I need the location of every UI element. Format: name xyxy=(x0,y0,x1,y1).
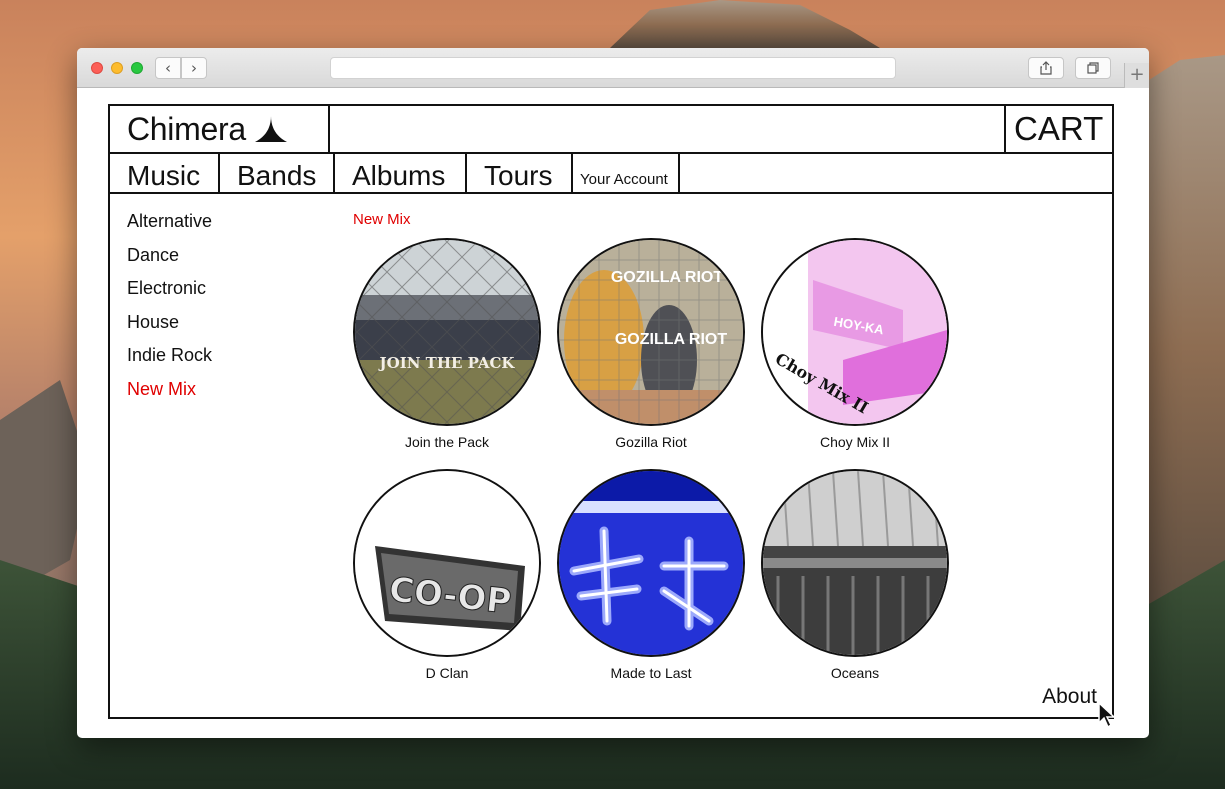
breadcrumb: New Mix xyxy=(353,211,411,228)
nav-your-account[interactable]: Your Account xyxy=(573,154,680,192)
new-tab-icon[interactable]: + xyxy=(1124,63,1149,88)
logo-mark-icon xyxy=(254,116,287,142)
site-header: Chimera CART xyxy=(110,106,1112,154)
cover-text: JOIN THE PACK xyxy=(378,354,516,372)
album-cover[interactable]: JOIN THE PACK xyxy=(353,238,541,426)
minimize-window-button[interactable] xyxy=(111,62,123,74)
album-title[interactable]: Join the Pack xyxy=(353,434,541,450)
genre-new-mix[interactable]: New Mix xyxy=(127,377,212,411)
nav-bands[interactable]: Bands xyxy=(220,154,335,192)
album-cover[interactable] xyxy=(761,469,949,657)
address-bar[interactable] xyxy=(330,57,896,79)
cover-text: GOZILLA RIOT xyxy=(615,331,728,348)
site-frame: Chimera CART Music Bands Albums Tours Yo… xyxy=(108,104,1116,729)
album-cover[interactable]: CO-OP xyxy=(353,469,541,657)
about-link[interactable]: About xyxy=(1042,685,1097,709)
album-title[interactable]: Made to Last xyxy=(557,665,745,681)
album-card[interactable]: Oceans xyxy=(761,469,949,681)
cart-link[interactable]: CART xyxy=(1004,106,1112,152)
cover-text: GOZILLA RIOT xyxy=(611,269,724,286)
album-cover[interactable]: HOY-KA Choy Mix II xyxy=(761,238,949,426)
nav-tours[interactable]: Tours xyxy=(467,154,573,192)
genre-electronic[interactable]: Electronic xyxy=(127,276,212,310)
share-icon[interactable] xyxy=(1028,57,1064,79)
genre-indie-rock[interactable]: Indie Rock xyxy=(127,343,212,377)
nav-albums[interactable]: Albums xyxy=(335,154,467,192)
chevron-left-icon[interactable]: ‹ xyxy=(155,57,181,79)
close-window-button[interactable] xyxy=(91,62,103,74)
maximize-window-button[interactable] xyxy=(131,62,143,74)
mouse-cursor-icon xyxy=(1098,701,1116,729)
genre-house[interactable]: House xyxy=(127,310,212,344)
album-title[interactable]: D Clan xyxy=(353,665,541,681)
tabs-overview-icon[interactable] xyxy=(1075,57,1111,79)
album-card[interactable]: HOY-KA Choy Mix II Choy Mix II xyxy=(761,238,949,450)
genre-dance[interactable]: Dance xyxy=(127,243,212,277)
album-title[interactable]: Oceans xyxy=(761,665,949,681)
brand-name: Chimera xyxy=(127,110,246,147)
album-card[interactable]: GOZILLA RIOT GOZILLA RIOT Gozilla Riot xyxy=(557,238,745,450)
genre-sidebar: Alternative Dance Electronic House Indie… xyxy=(127,209,212,410)
album-title[interactable]: Choy Mix II xyxy=(761,434,949,450)
genre-alternative[interactable]: Alternative xyxy=(127,209,212,243)
album-cover[interactable]: GOZILLA RIOT GOZILLA RIOT xyxy=(557,238,745,426)
nav-music[interactable]: Music xyxy=(110,154,220,192)
logo[interactable]: Chimera xyxy=(110,106,330,152)
album-card[interactable]: JOIN THE PACK Join the Pack xyxy=(353,238,541,450)
album-card[interactable]: CO-OP D Clan xyxy=(353,469,541,681)
browser-toolbar: ‹ › + xyxy=(77,48,1149,88)
album-card[interactable]: Made to Last xyxy=(557,469,745,681)
main-nav: Music Bands Albums Tours Your Account xyxy=(110,154,1112,194)
browser-window: ‹ › + Chimera CART Music Bands Albums To… xyxy=(77,48,1149,738)
chevron-right-icon[interactable]: › xyxy=(181,57,207,79)
album-cover[interactable] xyxy=(557,469,745,657)
album-title[interactable]: Gozilla Riot xyxy=(557,434,745,450)
